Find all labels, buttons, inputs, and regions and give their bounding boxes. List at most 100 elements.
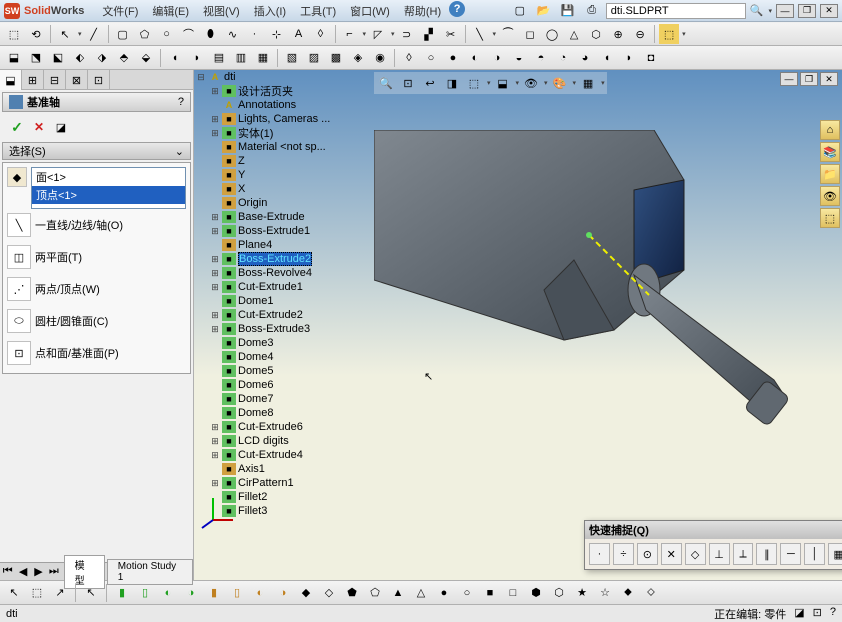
bt-21-icon[interactable]: ■ (480, 583, 500, 603)
select-icon[interactable]: ⬚ (4, 24, 24, 44)
tree-item[interactable]: ⊞■Boss-Extrude2 (196, 252, 376, 266)
selection-listbox[interactable]: 面<1> 顶点<1> (31, 167, 186, 209)
hole-icon[interactable]: ⬙ (136, 48, 156, 68)
option-line-edge[interactable]: ╲ 一直线/边线/轴(O) (7, 209, 186, 241)
line-icon[interactable]: ╱ (84, 24, 104, 44)
bt-25-icon[interactable]: ★ (572, 583, 592, 603)
option-cylinder[interactable]: ⬭ 圆柱/圆锥面(C) (7, 305, 186, 337)
arc-icon[interactable]: ⌒ (179, 24, 199, 44)
status-icon2[interactable]: ⊡ (813, 606, 822, 622)
scene-icon[interactable]: ▦ (578, 74, 598, 92)
tool-a-icon[interactable]: △ (564, 24, 584, 44)
bt-16-icon[interactable]: ⬠ (365, 583, 385, 603)
cut-ext-icon[interactable]: ⬗ (92, 48, 112, 68)
tree-item[interactable]: ■Dome7 (196, 392, 376, 406)
line2-icon[interactable]: ╲ (470, 24, 490, 44)
tree-item[interactable]: ⊞■Lights, Cameras ... (196, 112, 376, 126)
rib-icon[interactable]: ▤ (209, 48, 229, 68)
cancel-button[interactable]: ✕ (30, 118, 48, 136)
bt-10-icon[interactable]: ▯ (227, 583, 247, 603)
doc-minimize-button[interactable]: — (780, 72, 798, 86)
menu-tools[interactable]: 工具(T) (294, 1, 342, 21)
tree-item[interactable]: ■Y (196, 168, 376, 182)
bt-20-icon[interactable]: ○ (457, 583, 477, 603)
tab-nav-next[interactable]: ▶ (31, 565, 46, 578)
tree-item[interactable]: ⊞■Cut-Extrude4 (196, 448, 376, 462)
bt-1-icon[interactable]: ↖ (4, 583, 24, 603)
restore-button[interactable]: ❐ (798, 4, 816, 18)
text-icon[interactable]: A (289, 24, 309, 44)
menu-file[interactable]: 文件(F) (96, 1, 144, 21)
menu-window[interactable]: 窗口(W) (344, 1, 396, 21)
rt-view-icon[interactable]: 👁 (820, 186, 840, 206)
tree-item[interactable]: ■Plane4 (196, 238, 376, 252)
misc1-icon[interactable]: ◊ (399, 48, 419, 68)
tab-nav-last[interactable]: ⏭ (46, 565, 61, 578)
mirror2-icon[interactable]: ▨ (304, 48, 324, 68)
snap-parallel-icon[interactable]: ∥ (756, 543, 777, 565)
status-icon1[interactable]: ◪ (794, 606, 804, 622)
rect-icon[interactable]: ▢ (113, 24, 133, 44)
tree-item[interactable]: ⊞■Cut-Extrude2 (196, 308, 376, 322)
tree-item[interactable]: ⊞■实体(1) (196, 126, 376, 140)
snap-intersect-icon[interactable]: ✕ (661, 543, 682, 565)
bt-9-icon[interactable]: ▮ (204, 583, 224, 603)
save-icon[interactable]: 💾 (558, 1, 578, 21)
ref-icon[interactable]: ▩ (326, 48, 346, 68)
extrude-icon[interactable]: ⬓ (4, 48, 24, 68)
misc7-icon[interactable]: ◓ (531, 48, 551, 68)
rt-explorer-icon[interactable]: 📁 (820, 164, 840, 184)
pattern-icon[interactable]: ▧ (282, 48, 302, 68)
chamfer-icon[interactable]: ◸ (368, 24, 388, 44)
cursor-icon[interactable]: ↖ (55, 24, 75, 44)
list-item[interactable]: 面<1> (32, 168, 185, 186)
circle-icon[interactable]: ○ (157, 24, 177, 44)
search-icon[interactable]: 🔍 (750, 4, 764, 17)
quick-snap-toolbar[interactable]: 快速捕捉(Q) ✕ · ÷ ⊙ ✕ ◇ ⊥ ⟂ ∥ ─ │ ▦ ∠ (584, 520, 842, 570)
fillet-icon[interactable]: ⌐ (340, 24, 360, 44)
bt-19-icon[interactable]: ● (434, 583, 454, 603)
tree-item[interactable]: ■Axis1 (196, 462, 376, 476)
chamfer2-icon[interactable]: ◗ (187, 48, 207, 68)
tree-item[interactable]: ⊞■CirPattern1 (196, 476, 376, 490)
bt-24-icon[interactable]: ⬡ (549, 583, 569, 603)
spline-icon[interactable]: ∿ (223, 24, 243, 44)
bt-18-icon[interactable]: △ (411, 583, 431, 603)
feature-tree[interactable]: ⊟Adti⊞■设计活页夹AAnnotations⊞■Lights, Camera… (196, 70, 376, 518)
point-icon[interactable]: · (245, 24, 265, 44)
status-help-icon[interactable]: ? (830, 606, 836, 622)
misc10-icon[interactable]: ◖ (597, 48, 617, 68)
tree-item[interactable]: ■Dome3 (196, 336, 376, 350)
snap-vert-icon[interactable]: │ (804, 543, 825, 565)
tree-item[interactable]: ■Z (196, 154, 376, 168)
print-icon[interactable]: ⎙ (582, 1, 602, 21)
bt-5-icon[interactable]: ▮ (112, 583, 132, 603)
menu-insert[interactable]: 插入(I) (248, 1, 292, 21)
doc-close-button[interactable]: ✕ (820, 72, 838, 86)
tool-d-icon[interactable]: ⊖ (630, 24, 650, 44)
tree-item[interactable]: ⊞■Boss-Extrude3 (196, 322, 376, 336)
misc8-icon[interactable]: ◔ (553, 48, 573, 68)
new-icon[interactable]: ▢ (510, 1, 530, 21)
hide-show-icon[interactable]: 👁 (521, 74, 541, 92)
zoom-fit-icon[interactable]: 🔍 (376, 74, 396, 92)
tree-item[interactable]: ⊞■Boss-Revolve4 (196, 266, 376, 280)
panel-tab-feature[interactable]: ⬓ (0, 70, 22, 90)
bt-28-icon[interactable]: ⬦ (641, 583, 661, 603)
tool-b-icon[interactable]: ⬡ (586, 24, 606, 44)
shell-icon[interactable]: ▥ (231, 48, 251, 68)
tree-item[interactable]: ⊞■LCD digits (196, 434, 376, 448)
bt-3-icon[interactable]: ↗ (50, 583, 70, 603)
misc9-icon[interactable]: ◕ (575, 48, 595, 68)
view-orient-icon[interactable]: ⬚ (464, 74, 484, 92)
panel-tab-config[interactable]: ⊟ (44, 70, 66, 90)
snap-horiz-icon[interactable]: ─ (780, 543, 801, 565)
tree-item[interactable]: ■X (196, 182, 376, 196)
tree-item[interactable]: ⊞■Boss-Extrude1 (196, 224, 376, 238)
sweep-icon[interactable]: ⬕ (48, 48, 68, 68)
circ2-icon[interactable]: ◯ (542, 24, 562, 44)
option-two-points[interactable]: ⋰ 两点/顶点(W) (7, 273, 186, 305)
draft-icon[interactable]: ▦ (253, 48, 273, 68)
option-two-planes[interactable]: ◫ 两平面(T) (7, 241, 186, 273)
bt-15-icon[interactable]: ⬟ (342, 583, 362, 603)
